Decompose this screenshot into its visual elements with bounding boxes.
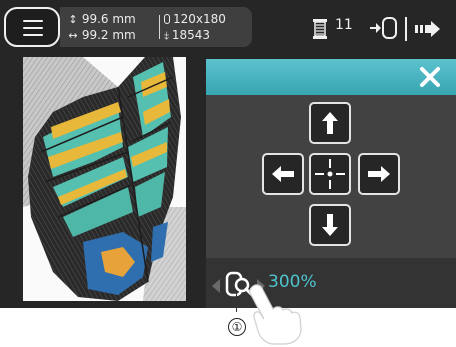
- move-up-icon: [322, 112, 338, 134]
- move-left-icon: [272, 166, 294, 182]
- height-arrow-icon: ↕: [68, 13, 78, 26]
- callout-line: [236, 290, 237, 312]
- embroidery-preview[interactable]: [23, 57, 186, 301]
- move-right-button[interactable]: [358, 153, 400, 195]
- move-left-button[interactable]: [262, 153, 304, 195]
- move-up-button[interactable]: [309, 102, 351, 144]
- width-arrow-icon: ↔: [68, 29, 78, 42]
- move-right-icon: [368, 166, 390, 182]
- hoop-size-value: 120x180: [173, 12, 226, 26]
- center-icon: [315, 159, 345, 189]
- header-divider: [405, 17, 407, 41]
- zoom-bar: 300%: [206, 258, 456, 308]
- menu-icon: [23, 20, 43, 22]
- move-down-icon: [322, 214, 338, 236]
- thread-spool-icon: [313, 19, 327, 39]
- menu-button[interactable]: [4, 7, 60, 47]
- pointing-hand-icon: [249, 284, 302, 345]
- stitch-count-value: 18543: [171, 28, 211, 42]
- butterfly-design-image: [23, 57, 186, 301]
- embroidery-screen: ↕ 99.6 mm ↔ 99.2 mm 120x180 ⤈ 18543 11 3…: [0, 0, 456, 308]
- hoop-select-icon[interactable]: [368, 16, 400, 40]
- move-down-button[interactable]: [309, 204, 351, 246]
- needle-icon: ⤈: [164, 29, 169, 42]
- design-width-value: 99.2 mm: [81, 28, 136, 42]
- close-icon[interactable]: [418, 65, 442, 89]
- menu-icon-bar: [23, 27, 43, 29]
- move-panel-header: [206, 59, 456, 95]
- callout-number: ①: [228, 318, 246, 336]
- stitch-count: ⤈ 18543: [164, 28, 210, 43]
- design-height-value: 99.6 mm: [81, 12, 136, 26]
- next-arrow-icon[interactable]: [415, 21, 441, 37]
- menu-icon-bar: [23, 34, 43, 36]
- center-button[interactable]: [309, 153, 351, 195]
- design-height: ↕ 99.6 mm: [68, 12, 136, 26]
- design-width: ↔ 99.2 mm: [68, 28, 136, 42]
- color-count: 11: [335, 17, 353, 33]
- hoop-icon: [164, 14, 170, 24]
- info-divider: [159, 15, 160, 39]
- hoop-size: 120x180: [164, 12, 226, 26]
- design-info-panel: ↕ 99.6 mm ↔ 99.2 mm 120x180 ⤈ 18543: [60, 7, 252, 47]
- zoom-decrease-arrow-icon[interactable]: [212, 279, 220, 293]
- move-panel: 300%: [206, 59, 456, 308]
